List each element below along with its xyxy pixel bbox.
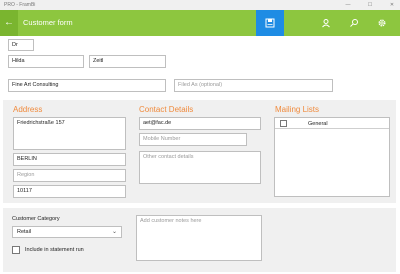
window-titlebar: PRO - FramBi — ☐ ✕ [0, 0, 400, 10]
search-icon [350, 19, 358, 27]
filed-as-field[interactable]: Filed As (optional) [174, 79, 333, 92]
company-name-field[interactable]: Fine Art Consulting [8, 79, 166, 92]
gear-icon [378, 19, 386, 27]
customer-notes-field[interactable]: Add customer notes here [136, 215, 262, 261]
contact-details-heading: Contact Details [139, 105, 194, 114]
save-button[interactable] [256, 10, 284, 36]
street-field[interactable]: Friedrichstraße 157 [13, 117, 126, 150]
customer-category-value: Retail [17, 229, 32, 235]
other-contact-field[interactable]: Other contact details [139, 151, 261, 184]
person-icon [322, 19, 330, 28]
customer-category-label: Customer Category [12, 216, 60, 222]
app-header: ← Customer form [0, 10, 400, 36]
mailing-list-checkbox[interactable] [280, 120, 287, 127]
window-title: PRO - FramBi [4, 2, 36, 8]
address-heading: Address [13, 105, 43, 114]
mailing-lists-heading: Mailing Lists [275, 105, 320, 114]
page-title: Customer form [23, 18, 73, 27]
customer-category-select[interactable]: Retail ⌄ [12, 226, 122, 238]
chevron-down-icon: ⌄ [111, 229, 117, 235]
city-field[interactable]: BERLIN [13, 153, 126, 166]
maximize-button[interactable]: ☐ [362, 0, 378, 10]
mailing-list-label: General [308, 121, 328, 127]
close-button[interactable]: ✕ [384, 0, 400, 10]
save-icon [265, 18, 275, 28]
title-field[interactable]: Dr [8, 39, 34, 51]
search-button[interactable] [340, 10, 368, 36]
minimize-button[interactable]: — [340, 0, 356, 10]
statement-run-label: Include in statement run [25, 247, 84, 253]
mailing-lists-table: General [274, 117, 390, 197]
last-name-field[interactable]: Zeitl [89, 55, 166, 68]
contact-button[interactable] [312, 10, 340, 36]
settings-button[interactable] [368, 10, 396, 36]
first-name-field[interactable]: Hilda [8, 55, 84, 68]
statement-run-checkbox[interactable] [12, 246, 20, 254]
postcode-field[interactable]: 10117 [13, 185, 126, 198]
region-field[interactable]: Region [13, 169, 126, 182]
mobile-field[interactable]: Mobile Number [139, 133, 247, 146]
back-button[interactable]: ← [0, 10, 18, 36]
mailing-list-row: General [275, 118, 389, 129]
email-field[interactable]: aet@fac.de [139, 117, 261, 130]
